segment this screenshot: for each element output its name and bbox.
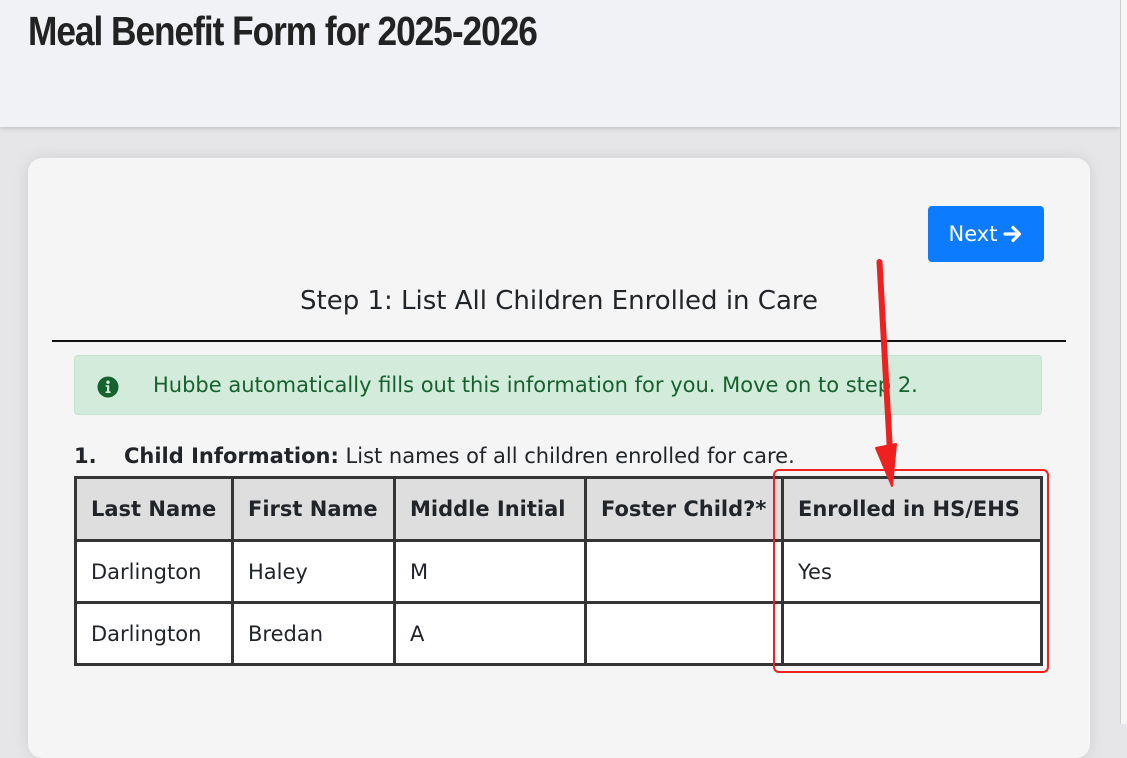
column-header-foster-child: Foster Child?* bbox=[584, 476, 784, 542]
section-label: Child Information: bbox=[124, 444, 339, 468]
cell-enrolled-hs-ehs bbox=[781, 601, 1043, 666]
column-header-first-name: First Name bbox=[231, 476, 396, 542]
next-button[interactable]: Next bbox=[928, 206, 1044, 262]
arrow-right-icon bbox=[1003, 225, 1022, 243]
section-number: 1. bbox=[74, 444, 97, 468]
cell-enrolled-hs-ehs: Yes bbox=[781, 539, 1043, 604]
page-title: Meal Benefit Form for 2025-2026 bbox=[28, 8, 538, 54]
table-row: Darlington Haley M Yes bbox=[74, 539, 1043, 604]
next-button-label: Next bbox=[948, 222, 998, 246]
step-title: Step 1: List All Children Enrolled in Ca… bbox=[300, 286, 818, 316]
cell-middle-initial: M bbox=[393, 539, 587, 604]
table-row: Darlington Bredan A bbox=[74, 601, 1043, 666]
cell-last-name: Darlington bbox=[74, 601, 234, 666]
alert-message: Hubbe automatically fills out this infor… bbox=[153, 373, 918, 397]
column-header-enrolled-hs-ehs: Enrolled in HS/EHS bbox=[781, 476, 1043, 542]
step-divider bbox=[52, 340, 1066, 342]
table-header-row: Last Name First Name Middle Initial Fost… bbox=[74, 476, 1043, 542]
info-circle-icon bbox=[97, 376, 119, 402]
column-header-middle-initial: Middle Initial bbox=[393, 476, 587, 542]
form-card: Next Step 1: List All Children Enrolled … bbox=[28, 158, 1090, 758]
cell-foster-child bbox=[584, 539, 784, 604]
cell-first-name: Bredan bbox=[231, 601, 396, 666]
info-alert: Hubbe automatically fills out this infor… bbox=[74, 355, 1042, 415]
page-header: Meal Benefit Form for 2025-2026 bbox=[0, 0, 1120, 127]
column-header-last-name: Last Name bbox=[74, 476, 234, 542]
child-information-heading: 1. Child Information: List names of all c… bbox=[74, 444, 795, 468]
scrollbar[interactable] bbox=[1120, 0, 1127, 724]
cell-first-name: Haley bbox=[231, 539, 396, 604]
section-description: List names of all children enrolled for … bbox=[345, 444, 795, 468]
cell-foster-child bbox=[584, 601, 784, 666]
children-table: Last Name First Name Middle Initial Fost… bbox=[74, 476, 1043, 666]
cell-middle-initial: A bbox=[393, 601, 587, 666]
cell-last-name: Darlington bbox=[74, 539, 234, 604]
